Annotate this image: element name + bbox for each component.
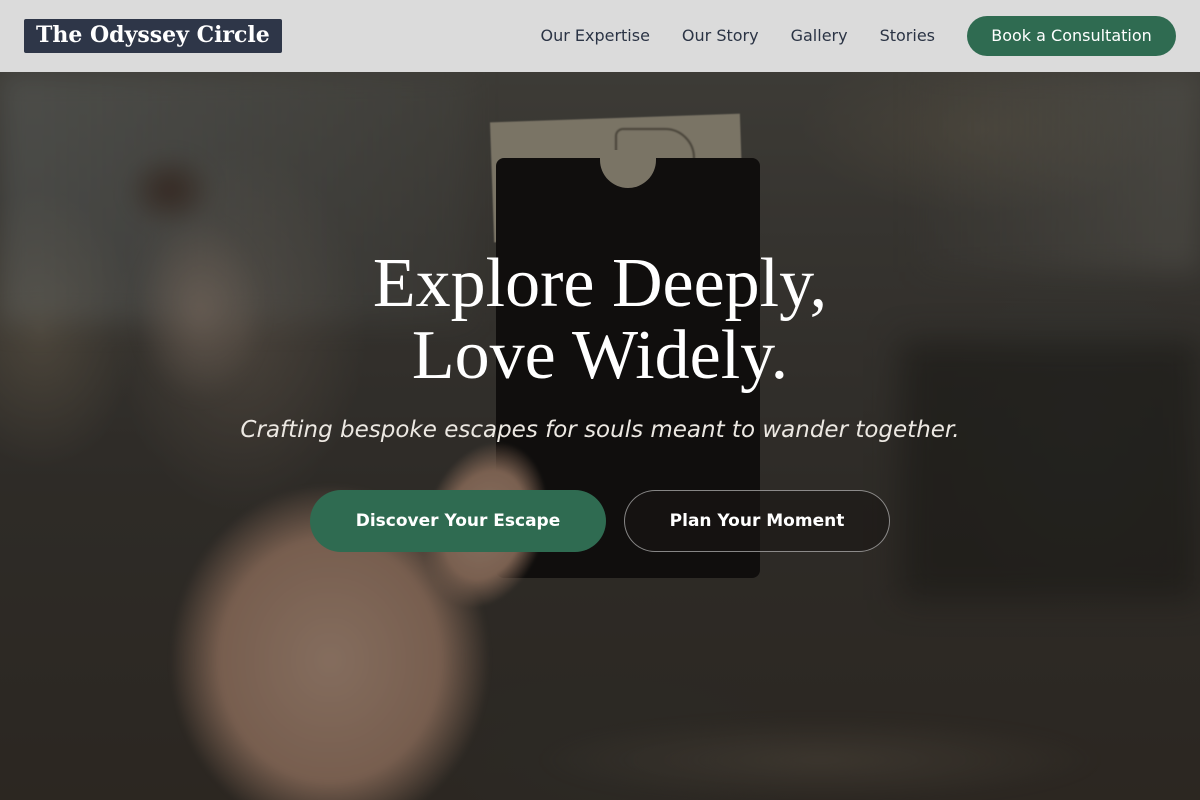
nav-link-our-story[interactable]: Our Story <box>682 26 759 46</box>
nav-link-stories[interactable]: Stories <box>880 26 935 46</box>
nav-link-gallery[interactable]: Gallery <box>791 26 848 46</box>
plan-moment-button[interactable]: Plan Your Moment <box>624 490 890 552</box>
brand-logo[interactable]: The Odyssey Circle <box>24 19 282 53</box>
nav-link-our-expertise[interactable]: Our Expertise <box>540 26 649 46</box>
hero-buttons: Discover Your Escape Plan Your Moment <box>0 490 1200 552</box>
book-consultation-button[interactable]: Book a Consultation <box>967 16 1176 56</box>
hero-title-line-1: Explore Deeply, <box>372 245 828 322</box>
main-nav: Our Expertise Our Story Gallery Stories … <box>540 16 1176 56</box>
hero-title: Explore Deeply, Love Widely. <box>0 248 1200 392</box>
hero-title-line-2: Love Widely. <box>411 317 789 394</box>
hero-subtitle: Crafting bespoke escapes for souls meant… <box>240 417 960 443</box>
discover-escape-button[interactable]: Discover Your Escape <box>310 490 606 552</box>
hero-section: Explore Deeply, Love Widely. Crafting be… <box>0 248 1200 552</box>
site-header: The Odyssey Circle Our Expertise Our Sto… <box>0 0 1200 72</box>
